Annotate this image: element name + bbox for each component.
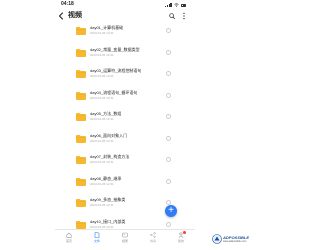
watermark: ADPOSSIBLE www.adpossible.com [212,234,249,246]
file-date: 2023-03-05 12:31 [90,117,114,121]
file-date: 2023-03-05 12:31 [90,95,114,100]
file-date: 2023-03-05 12:31 [90,52,114,57]
file-name: day05_方法_数组 [90,111,122,116]
watermark-subtext: www.adpossible.com [223,240,247,243]
file-date: 2023-03-05 12:31 [90,224,114,229]
file-row[interactable]: day08_静态_继承 2023-03-05 12:31 [60,174,190,192]
file-name: day01_计算机基础 [90,25,124,30]
wifi-icon [174,3,179,7]
bottom-nav: 首页 文件 相册 共享 我的 [55,229,195,245]
select-checkbox[interactable] [166,221,171,227]
status-bar: 04:18 [0,0,250,9]
file-icon [94,232,100,238]
file-row[interactable]: day07_封装_构造方法 2023-03-05 12:31 [60,152,190,170]
folder-icon [76,134,86,143]
file-date: 2023-03-05 12:31 [90,203,114,207]
file-name: day08_静态_继承 [90,175,122,181]
share-icon [150,232,156,238]
tab-photo[interactable]: 相册 [115,232,135,244]
screen: 04:18 视频 day01_计算机基础 2023-03-05 12:31 da… [0,0,250,250]
folder-icon [76,48,86,57]
tab-label: 相册 [121,239,128,243]
tab-user[interactable]: 我的 [171,231,191,244]
folder-icon [76,27,86,35]
folder-icon [76,156,86,164]
file-row[interactable]: day03_运算符_流程控制语句 2023-03-05 12:31 [60,66,190,84]
folder-icon [76,91,86,100]
folder-icon [76,113,86,121]
file-name: day04_流程语句_循环语句 [90,89,138,95]
file-row[interactable]: day02_常量_变量_数据类型 2023-03-05 12:31 [60,45,190,63]
file-row[interactable]: day01_计算机基础 2023-03-05 12:31 [60,23,190,41]
file-name: day09_多态_抽象类 [90,197,126,202]
file-name: day03_运算符_流程控制语句 [90,68,142,73]
search-icon[interactable] [169,13,175,19]
tab-label: 首页 [65,239,72,243]
notification-badge [183,231,186,234]
page-title: 视频 [68,12,82,19]
app-header: 视频 [0,9,250,23]
more-vertical-icon[interactable] [181,12,187,20]
folder-icon [76,199,86,207]
tab-label: 我的 [177,239,184,243]
file-row[interactable]: day04_流程语句_循环语句 2023-03-05 12:31 [60,88,190,106]
tab-file[interactable]: 文件 [87,232,107,244]
folder-icon [76,177,86,186]
select-checkbox[interactable] [166,157,171,162]
home-icon [66,232,72,238]
file-row[interactable]: day06_面向对象入门 2023-03-05 12:31 [60,131,190,149]
file-date: 2023-03-05 12:31 [90,31,114,35]
select-checkbox[interactable] [166,71,171,76]
battery-icon [181,3,186,7]
folder-icon [76,70,86,78]
select-checkbox[interactable] [166,49,171,55]
file-row[interactable]: day05_方法_数组 2023-03-05 12:31 [60,109,190,127]
photo-icon [122,232,128,238]
file-date: 2023-03-05 12:31 [90,160,114,164]
file-name: day10_接口_内部类 [90,218,126,224]
signal-icon [165,3,172,7]
tab-home[interactable]: 首页 [59,232,79,244]
tab-label: 文件 [93,239,100,243]
select-checkbox[interactable] [166,28,171,33]
select-checkbox[interactable] [166,114,171,119]
file-name: day02_常量_变量_数据类型 [90,46,140,52]
add-button[interactable]: + [165,205,177,217]
status-time: 04:18 [61,1,74,7]
status-icons [165,3,187,7]
watermark-logo-icon [212,234,222,244]
file-date: 2023-03-05 12:31 [90,74,114,78]
file-name: day06_面向对象入门 [90,132,128,138]
tab-share[interactable]: 共享 [143,232,163,244]
select-checkbox[interactable] [166,135,171,141]
file-date: 2023-03-05 12:31 [90,138,114,143]
file-name: day07_封装_构造方法 [90,154,130,159]
select-checkbox[interactable] [166,92,171,98]
tab-label: 共享 [149,239,156,243]
chevron-left-icon[interactable] [57,12,65,20]
select-checkbox[interactable] [166,178,171,184]
file-date: 2023-03-05 12:31 [90,181,114,186]
folder-icon [76,220,86,229]
